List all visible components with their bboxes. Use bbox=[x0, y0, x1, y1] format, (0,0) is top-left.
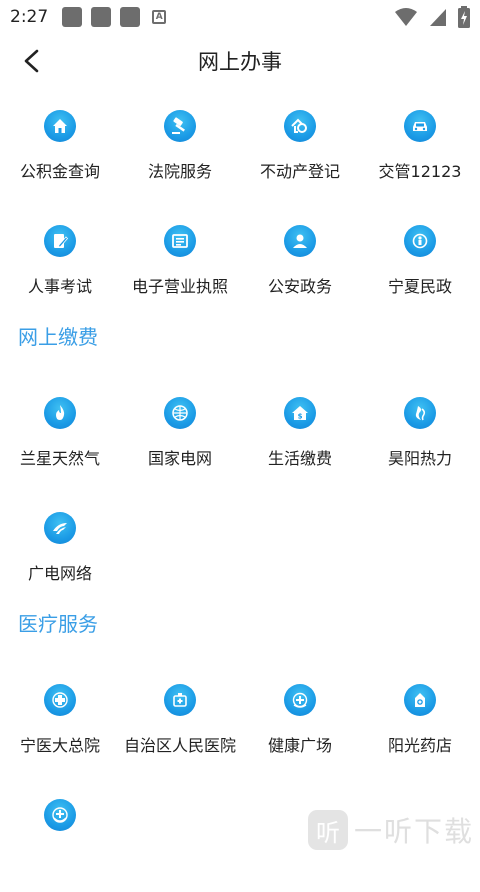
status-bar: 2:27 A bbox=[0, 0, 480, 34]
notification-icon bbox=[91, 7, 111, 27]
exam-pen-icon bbox=[44, 225, 76, 257]
service-label: 人事考试 bbox=[0, 273, 120, 297]
service-item-civil-affairs[interactable]: 宁夏民政 bbox=[360, 203, 480, 318]
wifi-icon bbox=[394, 7, 418, 27]
service-label: 广电网络 bbox=[0, 560, 120, 584]
a-notification-icon: A bbox=[152, 10, 166, 24]
service-label: 阳光药店 bbox=[360, 732, 480, 756]
service-item-business-license[interactable]: 电子营业执照 bbox=[120, 203, 240, 318]
service-item-court[interactable]: 法院服务 bbox=[120, 88, 240, 203]
service-label: 不动产登记 bbox=[240, 158, 360, 182]
service-item-police[interactable]: 公安政务 bbox=[240, 203, 360, 318]
battery-icon bbox=[458, 6, 470, 28]
service-label: 公积金查询 bbox=[0, 158, 120, 182]
health-service-icon bbox=[44, 799, 76, 831]
payment-grid: 兰星天然气 国家电网 $ 生活缴费 昊阳热力 广电网络 bbox=[0, 375, 480, 605]
medical-cross-icon bbox=[44, 684, 76, 716]
service-item-state-grid[interactable]: 国家电网 bbox=[120, 375, 240, 490]
service-item-health-service[interactable] bbox=[0, 777, 120, 892]
service-item-housing-fund[interactable]: 公积金查询 bbox=[0, 88, 120, 203]
service-label: 法院服务 bbox=[120, 158, 240, 182]
service-item-sunshine-pharmacy[interactable]: 阳光药店 bbox=[360, 662, 480, 777]
content: 公积金查询 法院服务 不动产登记 交管12123 人事考试 bbox=[0, 88, 480, 892]
gas-flame-icon bbox=[44, 397, 76, 429]
license-icon bbox=[164, 225, 196, 257]
watermark-logo-icon: 听 bbox=[308, 810, 348, 850]
service-label: 兰星天然气 bbox=[0, 445, 120, 469]
service-label: 生活缴费 bbox=[240, 445, 360, 469]
service-label: 昊阳热力 bbox=[360, 445, 480, 469]
section-title-medical-service: 医疗服务 bbox=[0, 605, 480, 662]
car-icon bbox=[404, 110, 436, 142]
service-label: 交管12123 bbox=[360, 158, 480, 182]
heat-icon bbox=[404, 397, 436, 429]
service-item-heating[interactable]: 昊阳热力 bbox=[360, 375, 480, 490]
health-square-icon bbox=[284, 684, 316, 716]
service-label: 健康广场 bbox=[240, 732, 360, 756]
service-label: 宁夏民政 bbox=[360, 273, 480, 297]
service-item-gas[interactable]: 兰星天然气 bbox=[0, 375, 120, 490]
status-time: 2:27 bbox=[10, 7, 48, 27]
service-label: 公安政务 bbox=[240, 273, 360, 297]
service-item-living-payment[interactable]: $ 生活缴费 bbox=[240, 375, 360, 490]
section-title-online-payment: 网上缴费 bbox=[0, 318, 480, 375]
civil-affairs-icon bbox=[404, 225, 436, 257]
service-label: 宁医大总院 bbox=[0, 732, 120, 756]
house-icon bbox=[44, 110, 76, 142]
notification-icon bbox=[120, 7, 140, 27]
service-item-property[interactable]: 不动产登记 bbox=[240, 88, 360, 203]
police-icon bbox=[284, 225, 316, 257]
service-grid: 公积金查询 法院服务 不动产登记 交管12123 人事考试 bbox=[0, 88, 480, 318]
status-right bbox=[394, 6, 470, 28]
pharmacy-icon bbox=[404, 684, 436, 716]
service-item-traffic[interactable]: 交管12123 bbox=[360, 88, 480, 203]
service-item-ningxia-medical-hospital[interactable]: 宁医大总院 bbox=[0, 662, 120, 777]
gavel-icon bbox=[164, 110, 196, 142]
home-payment-icon: $ bbox=[284, 397, 316, 429]
medical-grid: 宁医大总院 自治区人民医院 健康广场 阳光药店 bbox=[0, 662, 480, 892]
property-key-icon bbox=[284, 110, 316, 142]
signal-icon bbox=[428, 7, 448, 27]
hospital-icon bbox=[164, 684, 196, 716]
notification-icon bbox=[62, 7, 82, 27]
watermark-text: 一听下载 bbox=[354, 810, 474, 850]
service-label: 国家电网 bbox=[120, 445, 240, 469]
service-item-health-square[interactable]: 健康广场 bbox=[240, 662, 360, 777]
watermark: 听 一听下载 bbox=[308, 810, 474, 850]
service-label: 电子营业执照 bbox=[120, 273, 240, 297]
service-item-exam[interactable]: 人事考试 bbox=[0, 203, 120, 318]
page-title: 网上办事 bbox=[0, 46, 480, 76]
service-label: 自治区人民医院 bbox=[120, 732, 240, 756]
broadcast-network-icon bbox=[44, 512, 76, 544]
service-item-peoples-hospital[interactable]: 自治区人民医院 bbox=[120, 662, 240, 777]
header: 网上办事 bbox=[0, 34, 480, 88]
service-item-broadcast-network[interactable]: 广电网络 bbox=[0, 490, 120, 605]
svg-text:$: $ bbox=[298, 413, 303, 421]
state-grid-icon bbox=[164, 397, 196, 429]
